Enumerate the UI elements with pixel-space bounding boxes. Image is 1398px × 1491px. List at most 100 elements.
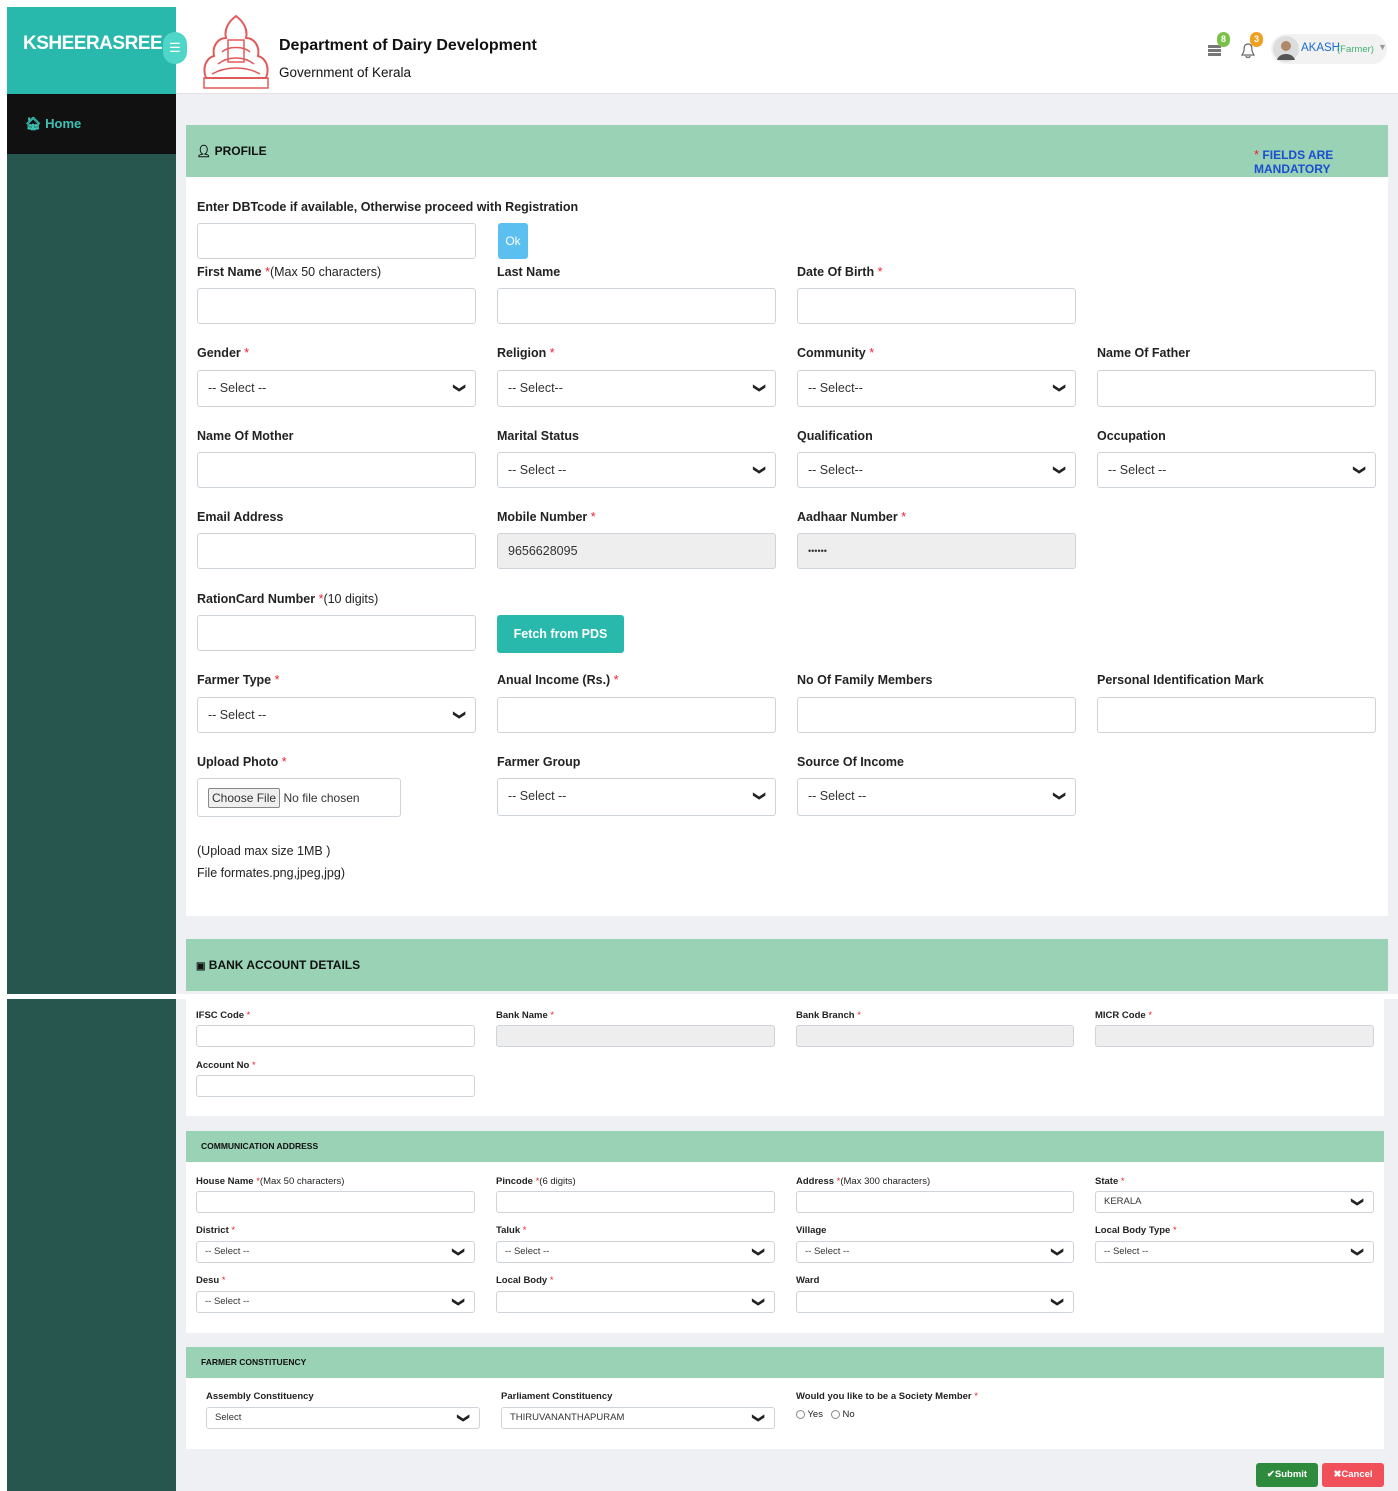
constituency-header: FARMER CONSTITUENCY	[186, 1347, 1384, 1378]
bank-name-label: Bank Name *	[496, 1010, 555, 1021]
taluk-select[interactable]: -- Select --	[496, 1241, 775, 1263]
mobile-label: Mobile Number *	[497, 510, 596, 524]
taluk-label: Taluk *	[496, 1225, 527, 1236]
assembly-select[interactable]: Select	[206, 1407, 480, 1429]
local-body-type-select[interactable]: -- Select --	[1095, 1241, 1374, 1263]
branch-label: Bank Branch *	[796, 1010, 861, 1021]
radio-no[interactable]	[830, 1409, 840, 1419]
identification-mark-input[interactable]	[1097, 697, 1376, 733]
gender-label: Gender *	[197, 346, 250, 360]
brand-logo[interactable]: KSHEERASREE	[7, 7, 176, 94]
qualification-select[interactable]: -- Select--	[797, 452, 1076, 488]
village-label: Village	[796, 1225, 827, 1236]
marital-select[interactable]: -- Select --	[497, 452, 776, 488]
radio-yes-label: Yes	[807, 1409, 823, 1420]
choose-file-button[interactable]: Choose File	[208, 788, 281, 808]
ifsc-input[interactable]	[196, 1025, 475, 1047]
local-body-label: Local Body *	[496, 1275, 554, 1286]
user-menu[interactable]: AKASH (Farmer) ▼	[1271, 34, 1387, 64]
source-income-select[interactable]: -- Select --	[797, 778, 1076, 816]
dbt-ok-button[interactable]: Ok	[498, 223, 528, 259]
father-label: Name Of Father	[1097, 346, 1191, 360]
dbt-label: Enter DBTcode if available, Otherwise pr…	[197, 200, 579, 214]
department-title: Department of Dairy Development	[279, 37, 537, 54]
farmer-type-select[interactable]: -- Select --	[197, 697, 476, 733]
user-name: AKASH	[1301, 42, 1340, 54]
village-select[interactable]: -- Select --	[796, 1241, 1074, 1263]
dob-input[interactable]	[797, 288, 1076, 324]
micr-label: MICR Code *	[1095, 1010, 1153, 1021]
cancel-button[interactable]: ✖Cancel	[1322, 1463, 1384, 1487]
ration-card-input[interactable]	[197, 615, 476, 651]
user-role: (Farmer)	[1337, 44, 1374, 55]
parliament-select[interactable]: THIRUVANANTHAPURAM	[501, 1407, 775, 1429]
mother-name-input[interactable]	[197, 452, 476, 488]
source-label: Source Of Income	[797, 755, 904, 769]
district-label: District *	[196, 1225, 236, 1236]
income-label: Anual Income (Rs.) *	[497, 673, 619, 687]
local-body-select[interactable]	[496, 1291, 775, 1313]
photo-upload[interactable]: Choose File No file chosen	[197, 778, 401, 817]
radio-yes[interactable]	[796, 1409, 805, 1419]
occupation-label: Occupation	[1097, 429, 1166, 443]
father-name-input[interactable]	[1097, 370, 1376, 407]
house-name-input[interactable]	[196, 1191, 475, 1213]
no-file-text: No file chosen	[283, 791, 360, 805]
community-label: Community *	[797, 346, 875, 360]
profile-header: 👤︎ PROFILE	[186, 125, 1388, 177]
user-icon: 👤︎	[196, 144, 212, 158]
kerala-emblem-icon	[203, 14, 269, 89]
upload-note-size: (Upload max size 1MB )	[197, 844, 331, 858]
check-icon: ✔	[1266, 1469, 1275, 1480]
bank-header: ▣ BANK ACCOUNT DETAILS	[186, 939, 1388, 991]
occupation-select[interactable]: -- Select --	[1097, 452, 1376, 488]
family-members-input[interactable]	[797, 697, 1076, 733]
bank-card	[186, 999, 1384, 1116]
email-input[interactable]	[197, 533, 476, 569]
ration-label: RationCard Number *(10 digits)	[197, 592, 379, 606]
dob-label: Date Of Birth *	[797, 265, 883, 279]
submit-button[interactable]: ✔Submit	[1256, 1463, 1318, 1487]
profile-title: PROFILE	[214, 144, 267, 158]
email-label: Email Address	[197, 510, 284, 524]
ward-select[interactable]	[796, 1291, 1074, 1313]
notifications-badge: 3	[1250, 32, 1263, 47]
account-no-input[interactable]	[196, 1075, 475, 1097]
income-input[interactable]	[497, 697, 776, 733]
lbt-label: Local Body Type *	[1095, 1225, 1177, 1236]
sidebar-toggle-button[interactable]: ☰	[163, 32, 187, 64]
first-name-input[interactable]	[197, 288, 476, 324]
dbt-code-input[interactable]	[197, 223, 476, 259]
money-icon: ▣	[196, 961, 206, 972]
marital-label: Marital Status	[497, 429, 579, 443]
sidebar-item-label: Home	[45, 116, 82, 131]
pincode-label: Pincode *(6 digits)	[496, 1176, 576, 1187]
account-label: Account No *	[196, 1060, 256, 1071]
assembly-label: Assembly Constituency	[206, 1391, 314, 1402]
sidebar-item-home[interactable]: 🏠︎ Home	[7, 94, 176, 154]
bank-title: BANK ACCOUNT DETAILS	[208, 958, 361, 972]
avatar	[1273, 36, 1299, 62]
state-select[interactable]: KERALA	[1095, 1191, 1374, 1213]
religion-select[interactable]: -- Select--	[497, 370, 776, 407]
group-label: Farmer Group	[497, 755, 581, 769]
community-select[interactable]: -- Select--	[797, 370, 1076, 407]
messages-badge: 8	[1217, 32, 1230, 47]
mobile-input: 9656628095	[497, 533, 776, 569]
farmer-group-select[interactable]: -- Select --	[497, 778, 776, 816]
sidebar-lower	[7, 999, 176, 1491]
address-label: Address *(Max 300 characters)	[796, 1176, 931, 1187]
desu-select[interactable]: -- Select --	[196, 1291, 475, 1313]
mandatory-note: * FIELDS ARE MANDATORY	[1254, 147, 1334, 176]
fetch-pds-button[interactable]: Fetch from PDS	[497, 615, 624, 653]
farmer-type-label: Farmer Type *	[197, 673, 280, 687]
pincode-input[interactable]	[496, 1191, 775, 1213]
last-name-input[interactable]	[497, 288, 776, 324]
gender-select[interactable]: -- Select --	[197, 370, 476, 407]
photo-label: Upload Photo *	[197, 755, 287, 769]
upload-note-format: File formates.png,jpeg,jpg)	[197, 866, 345, 880]
qualification-label: Qualification	[797, 429, 873, 443]
district-select[interactable]: -- Select --	[196, 1241, 475, 1263]
address-input[interactable]	[796, 1191, 1074, 1213]
society-label: Would you like to be a Society Member *	[796, 1391, 978, 1402]
